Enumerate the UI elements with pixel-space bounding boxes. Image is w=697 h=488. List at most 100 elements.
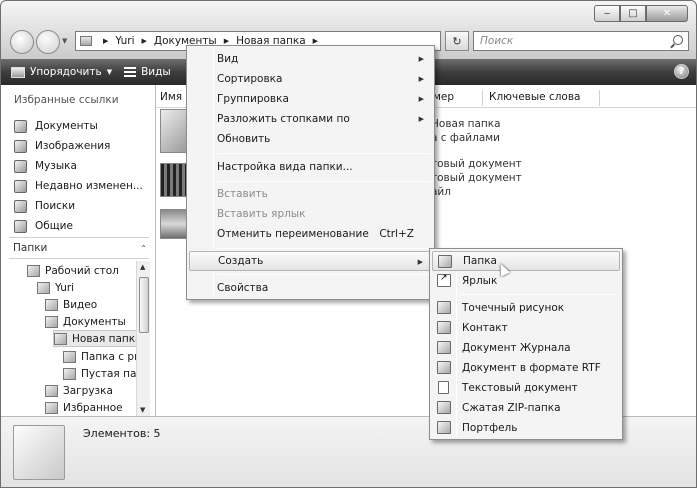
column-separator[interactable] [599,90,600,106]
journal-icon [437,341,451,354]
menu-item-properties[interactable]: Свойства [189,278,432,298]
pictures-icon [14,139,27,153]
help-icon[interactable]: ? [674,64,689,79]
favorite-label: Недавно изменен... [35,180,143,192]
menu-item-stack[interactable]: Разложить стопками по ▶ [189,109,432,129]
column-size[interactable]: мер [433,91,454,103]
menu-label: Контакт [462,322,508,334]
favorite-music[interactable]: Музыка [14,156,143,176]
tree-scrollbar[interactable]: ▲ ▼ [136,261,150,416]
tree-label: Рабочий стол [45,264,119,277]
tree-item-folder-with-pics[interactable]: Папка с ри [63,348,136,365]
history-dropdown-icon[interactable]: ▼ [62,37,67,45]
favorite-searches[interactable]: Поиски [14,196,143,216]
forward-button[interactable] [36,30,60,54]
image-thumbnail[interactable] [160,209,188,239]
submenu-item-contact[interactable]: Контакт [432,318,620,338]
menu-item-customize[interactable]: Настройка вида папки... [189,157,432,177]
refresh-icon: ↻ [452,34,462,48]
minimize-button[interactable]: ‒ [594,5,620,22]
tree-item-new-folder[interactable]: Новая папка [53,330,136,347]
folder-tree: Рабочий стол Yuri Видео Документы Новая … [1,261,136,415]
menu-shortcut-key: Ctrl+Z [379,228,414,240]
menu-item-view[interactable]: Вид ▶ [189,49,432,69]
tree-item-yuri[interactable]: Yuri [37,279,74,296]
desktop-icon [27,264,40,277]
favorite-public[interactable]: Общие [14,216,143,236]
chevron-right-icon: ▶ [418,75,424,83]
menu-label: Создать [218,255,264,267]
tree-item-desktop[interactable]: Рабочий стол [27,262,119,279]
folders-header[interactable]: Папки ⌃ [9,237,149,259]
menu-label: Точечный рисунок [462,302,565,314]
menu-item-sort[interactable]: Сортировка ▶ [189,69,432,89]
chevron-right-icon[interactable]: ▶ [224,37,229,45]
menu-label: Документ в формате RTF [462,362,601,374]
submenu-item-folder[interactable]: Папка [432,251,620,271]
searches-icon [14,199,27,213]
scroll-thumb[interactable] [139,277,149,333]
chevron-right-icon[interactable]: ▶ [313,37,318,45]
zip-folder-icon [437,401,451,414]
search-placeholder: Поиск [480,35,514,47]
menu-item-refresh[interactable]: Обновить [189,129,432,149]
menu-label: Разложить стопками по [217,113,350,125]
tree-item-downloads[interactable]: Загрузка [45,382,113,399]
column-name[interactable]: Имя [160,91,182,103]
tree-label: Избранное [63,401,123,414]
tree-item-documents[interactable]: Документы [45,313,126,330]
folder-icon [13,425,65,480]
favorite-label: Поиски [35,200,76,212]
menu-label: Папка [463,255,497,267]
submenu-item-shortcut[interactable]: Ярлык [432,271,620,291]
tree-label: Загрузка [63,384,113,397]
maximize-button[interactable]: □ [620,5,646,22]
scroll-down-icon[interactable]: ▼ [140,406,145,414]
column-tags[interactable]: Ключевые слова [489,91,580,103]
folder-thumbnail[interactable] [160,109,188,153]
menu-separator [217,248,430,249]
video-thumbnail[interactable] [160,163,188,197]
menu-separator [217,153,430,154]
menu-item-paste[interactable]: Вставить [189,184,432,204]
column-separator[interactable] [482,90,483,106]
tree-item-empty-folder[interactable]: Пустая пап [63,365,136,382]
favorite-label: Общие [35,220,73,232]
scroll-up-icon[interactable]: ▲ [140,263,145,271]
items-count: Элементов: 5 [83,427,161,440]
documents-icon [14,119,27,133]
favorite-documents[interactable]: Документы [14,116,143,136]
submenu-item-zip[interactable]: Сжатая ZIP-папка [432,398,620,418]
favorite-pictures[interactable]: Изображения [14,136,143,156]
documents-folder-icon [45,315,58,328]
views-icon [124,66,137,78]
views-label: Виды [141,66,171,78]
submenu-item-journal[interactable]: Документ Журнала [432,338,620,358]
tree-label: Yuri [55,281,75,294]
close-button[interactable]: ✕ [646,5,688,22]
menu-item-create[interactable]: Создать ▶ [189,251,432,271]
chevron-right-icon[interactable]: ▶ [142,37,147,45]
organize-button[interactable]: Упорядочить ▼ [11,66,112,78]
menu-item-paste-shortcut[interactable]: Вставить ярлык [189,204,432,224]
submenu-item-text[interactable]: Текстовый документ [432,378,620,398]
menu-item-undo-rename[interactable]: Отменить переименование Ctrl+Z [189,224,432,244]
submenu-item-rtf[interactable]: Документ в формате RTF [432,358,620,378]
tree-item-favorites[interactable]: Избранное [45,399,123,415]
back-button[interactable] [10,30,34,54]
menu-separator [460,294,618,295]
menu-item-group[interactable]: Группировка ▶ [189,89,432,109]
chevron-right-icon: ▶ [418,95,424,103]
refresh-button[interactable]: ↻ [445,31,469,51]
breadcrumb-yuri[interactable]: Yuri [115,35,134,47]
favorite-label: Изображения [35,140,111,152]
submenu-item-briefcase[interactable]: Портфель [432,418,620,438]
favorite-recent[interactable]: Недавно изменен... [14,176,143,196]
folders-label: Папки [13,242,48,254]
views-button[interactable]: Виды [124,66,171,78]
search-icon[interactable] [673,35,683,45]
search-input[interactable]: Поиск [473,31,689,51]
submenu-item-bitmap[interactable]: Точечный рисунок [432,298,620,318]
chevron-right-icon[interactable]: ▶ [103,37,108,45]
tree-item-video[interactable]: Видео [45,296,97,313]
